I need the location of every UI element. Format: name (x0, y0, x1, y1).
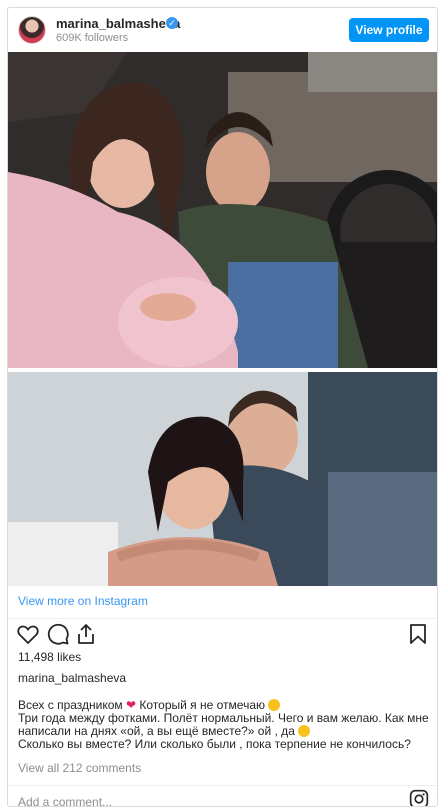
view-profile-button[interactable]: View profile (349, 18, 429, 42)
likes-count[interactable]: 11,498 likes (18, 650, 81, 664)
heart-emoji-icon: ❤ (126, 698, 140, 712)
caption-username[interactable]: marina_balmasheva (18, 671, 126, 685)
heart-icon[interactable] (16, 622, 40, 646)
divider (8, 618, 437, 619)
comment-icon[interactable] (46, 622, 70, 646)
laughing-emoji-icon (298, 725, 311, 737)
followers-count: 609K followers (56, 32, 129, 44)
instagram-embed-card: marina_balmasheva ✓ 609K followers View … (7, 7, 438, 807)
add-comment-input[interactable]: Add a comment... (18, 795, 112, 806)
caption-line-4: Сколько вы вместе? Или сколько были , по… (18, 737, 411, 751)
post-header: marina_balmasheva ✓ 609K followers View … (8, 8, 437, 52)
post-photo[interactable] (8, 52, 437, 586)
view-more-link[interactable]: View more on Instagram (18, 594, 148, 608)
photo-collage (8, 52, 437, 586)
caption-text: Всех с праздником (18, 698, 123, 712)
bookmark-icon[interactable] (406, 622, 430, 646)
avatar[interactable] (18, 16, 46, 44)
verified-badge-icon: ✓ (166, 17, 178, 29)
view-all-comments-link[interactable]: View all 212 comments (18, 761, 141, 775)
caption-text: Который я не отмечаю (139, 698, 266, 712)
post-caption: Всех с праздником ❤ Который я не отмечаю… (18, 698, 429, 751)
username[interactable]: marina_balmasheva (56, 16, 180, 31)
caption-text: написали на днях «ой, а вы ещё вместе?» … (18, 724, 295, 738)
divider (8, 785, 437, 786)
instagram-logo-icon[interactable] (409, 789, 429, 807)
share-icon[interactable] (74, 622, 98, 646)
laughing-emoji-icon (268, 699, 281, 711)
post-actions (8, 622, 437, 652)
